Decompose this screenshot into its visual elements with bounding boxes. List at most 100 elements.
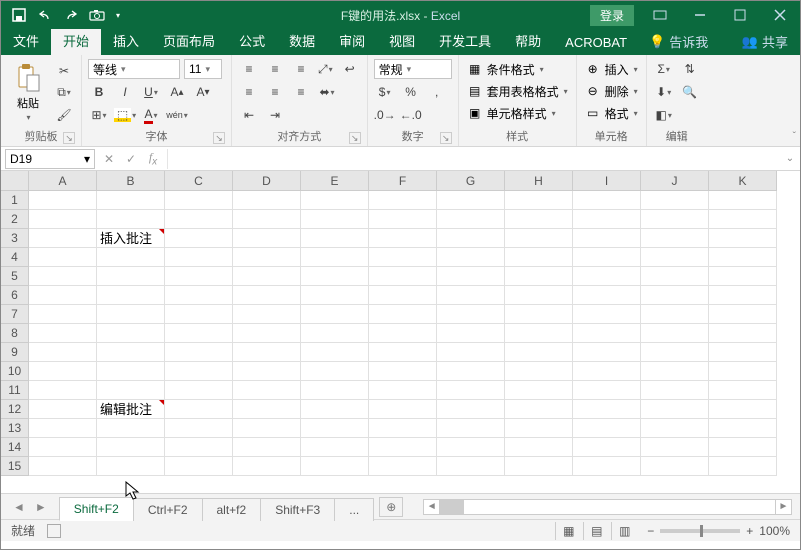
cell[interactable] (301, 229, 369, 248)
tab-help[interactable]: 帮助 (503, 27, 553, 55)
cell[interactable] (709, 438, 777, 457)
cell[interactable] (29, 305, 97, 324)
tab-pagelayout[interactable]: 页面布局 (151, 27, 227, 55)
cell[interactable] (641, 229, 709, 248)
cell[interactable] (29, 324, 97, 343)
cell-styles-button[interactable]: ▣单元格样式▾ (465, 103, 570, 123)
conditional-format-button[interactable]: ▦条件格式▾ (465, 59, 570, 79)
row-header[interactable]: 6 (1, 286, 29, 305)
cell[interactable] (29, 438, 97, 457)
cell[interactable] (505, 267, 573, 286)
cell[interactable] (29, 400, 97, 419)
cell[interactable] (97, 419, 165, 438)
row-header[interactable]: 4 (1, 248, 29, 267)
border-button[interactable]: ⊞▾ (88, 105, 110, 125)
align-left-icon[interactable]: ≡ (238, 82, 260, 102)
cell[interactable] (369, 210, 437, 229)
cell[interactable] (641, 324, 709, 343)
scroll-left-icon[interactable]: ◄ (424, 500, 440, 514)
decrease-indent-icon[interactable]: ⇤ (238, 105, 260, 125)
cell[interactable] (301, 400, 369, 419)
cell[interactable] (573, 400, 641, 419)
sheet-tab-2[interactable]: alt+f2 (202, 498, 262, 521)
tab-review[interactable]: 审阅 (327, 27, 377, 55)
cell[interactable] (97, 210, 165, 229)
cell[interactable] (709, 381, 777, 400)
cell[interactable] (29, 343, 97, 362)
row-header[interactable]: 2 (1, 210, 29, 229)
row-header[interactable]: 5 (1, 267, 29, 286)
close-icon[interactable] (760, 1, 800, 29)
cell[interactable] (165, 248, 233, 267)
cell[interactable] (505, 229, 573, 248)
cell[interactable] (97, 438, 165, 457)
copy-button[interactable]: ⧉▾ (53, 83, 75, 103)
maximize-icon[interactable] (720, 1, 760, 29)
row-header[interactable]: 1 (1, 191, 29, 210)
cell[interactable] (301, 438, 369, 457)
cell[interactable] (369, 362, 437, 381)
cell[interactable] (29, 362, 97, 381)
format-table-button[interactable]: ▤套用表格格式▾ (465, 81, 570, 101)
sheet-tab-0[interactable]: Shift+F2 (59, 497, 134, 521)
cell[interactable] (573, 362, 641, 381)
name-box[interactable]: D19▾ (5, 149, 95, 169)
cell[interactable] (573, 191, 641, 210)
enter-formula-icon[interactable]: ✓ (123, 152, 139, 166)
autosum-icon[interactable]: Σ▾ (653, 59, 675, 79)
cell[interactable] (301, 305, 369, 324)
cell[interactable] (505, 286, 573, 305)
cancel-formula-icon[interactable]: ✕ (101, 152, 117, 166)
tab-acrobat[interactable]: ACROBAT (553, 31, 639, 55)
cell[interactable] (505, 191, 573, 210)
cell[interactable] (369, 419, 437, 438)
increase-decimal-icon[interactable]: .0→ (374, 105, 396, 125)
column-header[interactable]: J (641, 171, 709, 191)
cell[interactable] (437, 400, 505, 419)
cell[interactable] (641, 362, 709, 381)
cell[interactable] (29, 229, 97, 248)
cell[interactable] (233, 267, 301, 286)
row-header[interactable]: 7 (1, 305, 29, 324)
column-header[interactable]: A (29, 171, 97, 191)
cell[interactable] (709, 362, 777, 381)
clear-icon[interactable]: ◧▾ (653, 105, 675, 125)
cell[interactable] (573, 324, 641, 343)
cell[interactable] (641, 210, 709, 229)
cell[interactable] (641, 381, 709, 400)
column-header[interactable]: D (233, 171, 301, 191)
cell[interactable] (505, 362, 573, 381)
cell[interactable] (505, 419, 573, 438)
font-color-button[interactable]: A▾ (140, 105, 162, 125)
number-dialog-icon[interactable]: ↘ (440, 132, 452, 144)
cell[interactable] (301, 267, 369, 286)
align-dialog-icon[interactable]: ↘ (349, 132, 361, 144)
sheet-nav-next-icon[interactable]: ► (35, 500, 47, 514)
cell[interactable] (165, 438, 233, 457)
fill-icon[interactable]: ⬇▾ (653, 82, 675, 102)
cell[interactable] (505, 324, 573, 343)
cell[interactable] (369, 381, 437, 400)
cell[interactable] (233, 210, 301, 229)
cell[interactable] (437, 191, 505, 210)
font-name-select[interactable]: 等线▾ (88, 59, 180, 79)
cell[interactable] (233, 343, 301, 362)
cell[interactable] (709, 286, 777, 305)
page-break-view-icon[interactable]: ▥ (611, 522, 637, 540)
grid[interactable]: ABCDEFGHIJK 123456789101112131415 插入批注编辑… (1, 171, 800, 493)
formula-input[interactable] (167, 149, 780, 169)
percent-icon[interactable]: % (400, 82, 422, 102)
cell[interactable] (233, 438, 301, 457)
zoom-out-icon[interactable]: − (647, 524, 654, 538)
decrease-decimal-icon[interactable]: ←.0 (400, 105, 422, 125)
comma-icon[interactable]: , (426, 82, 448, 102)
qat-customize-icon[interactable]: ▾ (116, 11, 120, 20)
align-center-icon[interactable]: ≡ (264, 82, 286, 102)
column-header[interactable]: G (437, 171, 505, 191)
cell[interactable] (437, 457, 505, 476)
cell[interactable] (233, 381, 301, 400)
redo-icon[interactable] (63, 7, 79, 23)
cell[interactable] (301, 419, 369, 438)
orientation-icon[interactable]: ⤢▾ (316, 59, 335, 79)
camera-icon[interactable] (89, 7, 105, 23)
